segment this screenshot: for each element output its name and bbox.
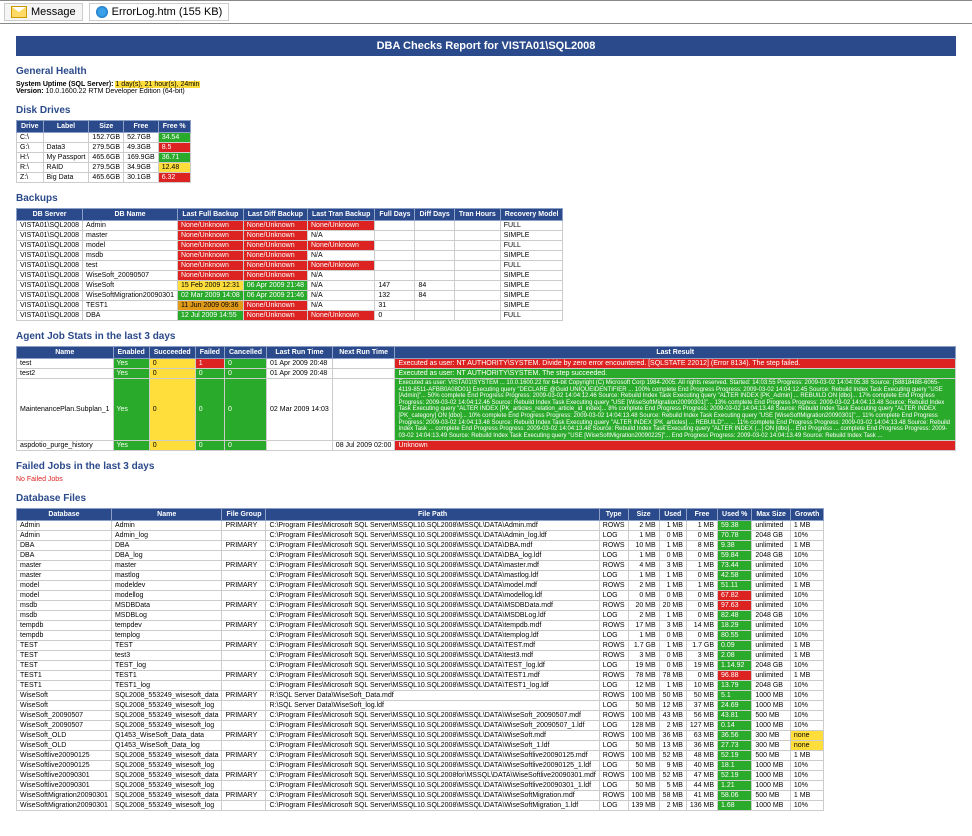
table-row: G:\Data3279.5GB49.3GB8.5 [17,143,191,153]
table-row: DBADBA_logC:\Program Files\Microsoft SQL… [17,551,824,561]
table-row: TESTtest3C:\Program Files\Microsoft SQL … [17,651,824,661]
table-row: WiseSoftMigration20090301SQL2008_553249_… [17,791,824,801]
table-row: MaintenancePlan.Subplan_1Yes00002 Mar 20… [17,379,956,441]
table-row: TESTTESTPRIMARYC:\Program Files\Microsof… [17,641,824,651]
table-row: WiseSoftlive20090125SQL2008_553249_wises… [17,751,824,761]
section-drives: Disk Drives [16,105,956,116]
table-row: WiseSoft_OLDQ1453_WiseSoft_Data_dataPRIM… [17,731,824,741]
table-row: tempdbtemplogC:\Program Files\Microsoft … [17,631,824,641]
table-row: VISTA01\SQL2008WiseSoftMigration20090301… [17,291,563,301]
drives-table: DriveLabelSizeFreeFree %C:\152.7GB52.7GB… [16,120,191,183]
table-row: Z:\Big Data465.6GB30.1GB6.32 [17,173,191,183]
table-row: test2Yes00001 Apr 2009 20:48Executed as … [17,369,956,379]
ie-icon [96,6,108,18]
table-row: WiseSoftlive20090301SQL2008_553249_wises… [17,781,824,791]
table-row: WiseSoftSQL2008_553249_wisesoft_logR:\SQ… [17,701,824,711]
table-row: VISTA01\SQL2008DBA12 Jul 2009 14:55None/… [17,311,563,321]
table-row: AdminAdmin_logC:\Program Files\Microsoft… [17,531,824,541]
table-row: tempdbtempdevPRIMARYC:\Program Files\Mic… [17,621,824,631]
table-row: VISTA01\SQL2008masterNone/UnknownNone/Un… [17,231,563,241]
table-row: aspdotio_purge_historyYes00008 Jul 2009 … [17,441,956,451]
table-row: AdminAdminPRIMARYC:\Program Files\Micros… [17,521,824,531]
uptime-label: System Uptime (SQL Server): [16,81,114,88]
table-row: DBADBAPRIMARYC:\Program Files\Microsoft … [17,541,824,551]
section-agent: Agent Job Stats in the last 3 days [16,331,956,342]
table-row: VISTA01\SQL2008testNone/UnknownNone/Unkn… [17,261,563,271]
table-row: WiseSoftSQL2008_553249_wisesoft_dataPRIM… [17,691,824,701]
table-row: WiseSoft_OLDQ1453_WiseSoft_Data_logC:\Pr… [17,741,824,751]
tab-errorlog-label: ErrorLog.htm (155 KB) [112,6,223,18]
table-row: modelmodeldevPRIMARYC:\Program Files\Mic… [17,581,824,591]
tab-message-label: Message [31,6,76,18]
table-row: TEST1TEST1PRIMARYC:\Program Files\Micros… [17,671,824,681]
table-row: WiseSoftMigration20090301SQL2008_553249_… [17,801,824,811]
dbfiles-table: DatabaseNameFile GroupFile PathTypeSizeU… [16,508,824,811]
table-row: WiseSoft_20090507SQL2008_553249_wisesoft… [17,711,824,721]
table-row: WiseSoftlive20090125SQL2008_553249_wises… [17,761,824,771]
table-row: WiseSoftlive20090301SQL2008_553249_wises… [17,771,824,781]
version-row: Version: 10.0.1600.22 RTM Developer Edit… [16,88,956,95]
table-row: msdbMSDBLogC:\Program Files\Microsoft SQ… [17,611,824,621]
table-row: VISTA01\SQL2008TEST111 Jun 2009 09:36Non… [17,301,563,311]
uptime-value: 1 day(s), 21 hour(s), 24min [115,81,199,88]
table-row: R:\RAID279.5GB34.9GB12.48 [17,163,191,173]
section-failed: Failed Jobs in the last 3 days [16,461,956,472]
tab-message[interactable]: Message [4,3,83,21]
report-body: DBA Checks Report for VISTA01\SQL2008 Ge… [0,24,972,823]
table-row: testYes01001 Apr 2009 20:48Executed as u… [17,359,956,369]
table-row: TESTTEST_logC:\Program Files\Microsoft S… [17,661,824,671]
table-row: mastermastlogC:\Program Files\Microsoft … [17,571,824,581]
section-general: General Health [16,66,956,77]
section-backups: Backups [16,193,956,204]
backups-table: DB ServerDB NameLast Full BackupLast Dif… [16,208,563,321]
tab-errorlog[interactable]: ErrorLog.htm (155 KB) [89,3,230,21]
version-value: 10.0.1600.22 RTM Developer Edition (64-b… [46,88,185,95]
table-row: WiseSoft_20090507SQL2008_553249_wisesoft… [17,721,824,731]
table-row: VISTA01\SQL2008AdminNone/UnknownNone/Unk… [17,221,563,231]
table-row: VISTA01\SQL2008msdbNone/UnknownNone/Unkn… [17,251,563,261]
table-row: VISTA01\SQL2008WiseSoft15 Feb 2009 12:31… [17,281,563,291]
version-label: Version: [16,88,44,95]
tabbar: Message ErrorLog.htm (155 KB) [0,0,972,24]
table-row: VISTA01\SQL2008WiseSoft_20090507None/Unk… [17,271,563,281]
table-row: msdbMSDBDataPRIMARYC:\Program Files\Micr… [17,601,824,611]
table-row: C:\152.7GB52.7GB34.54 [17,133,191,143]
table-row: mastermasterPRIMARYC:\Program Files\Micr… [17,561,824,571]
table-row: TEST1TEST1_logC:\Program Files\Microsoft… [17,681,824,691]
mail-icon [11,6,27,18]
report-title: DBA Checks Report for VISTA01\SQL2008 [16,36,956,56]
table-row: H:\My Passport465.6GB169.9GB36.71 [17,153,191,163]
agent-table: NameEnabledSucceededFailedCancelledLast … [16,346,956,451]
uptime-row: System Uptime (SQL Server): 1 day(s), 21… [16,81,956,88]
section-dbfiles: Database Files [16,493,956,504]
table-row: modelmodellogC:\Program Files\Microsoft … [17,591,824,601]
no-failed-jobs: No Failed Jobs [16,476,956,483]
table-row: VISTA01\SQL2008modelNone/UnknownNone/Unk… [17,241,563,251]
